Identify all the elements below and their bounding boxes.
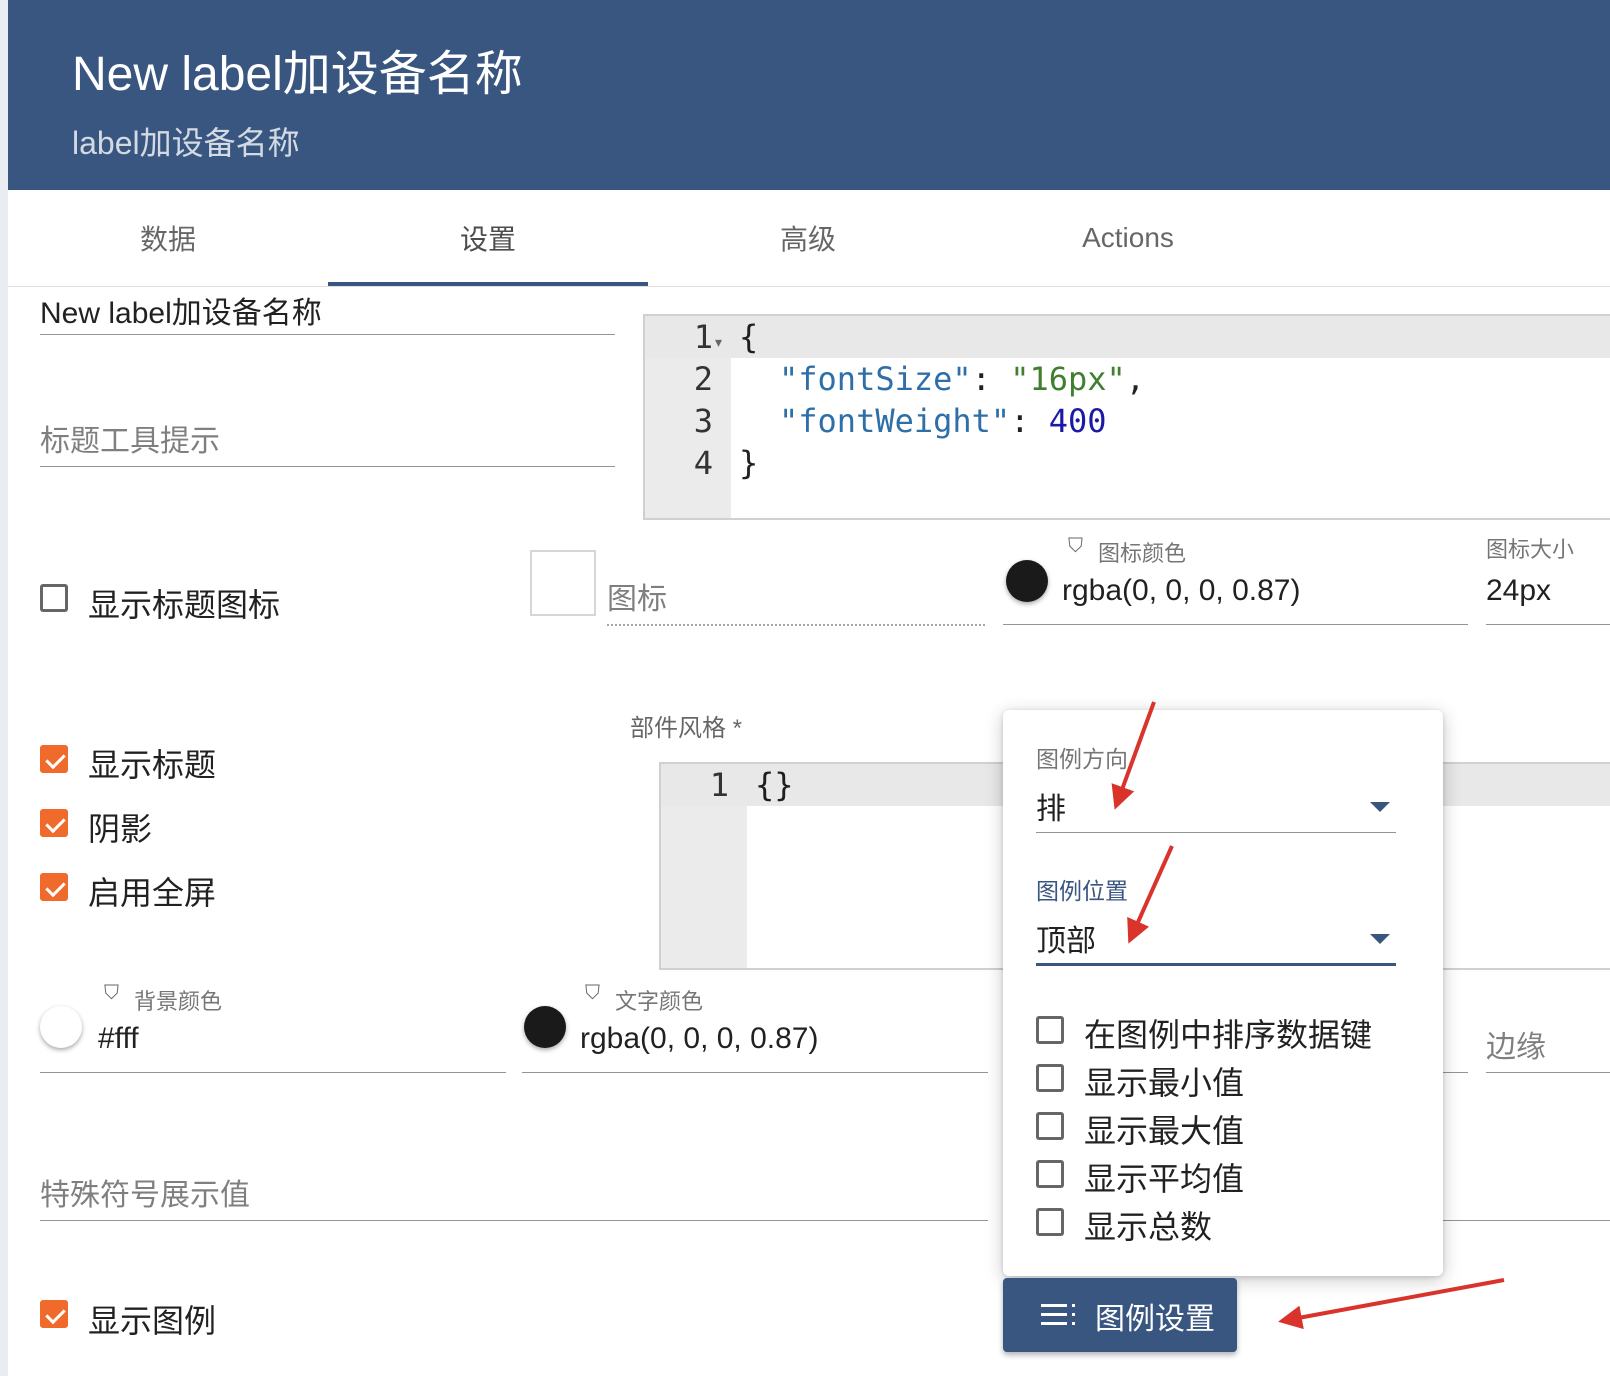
line-number: 3 (693, 402, 713, 440)
code-line-2: "fontSize": "16px", (779, 360, 1145, 398)
show-avg-label: 显示平均值 (1084, 1161, 1245, 1197)
background-color-value[interactable]: #fff (98, 1022, 139, 1056)
tab-data[interactable]: 数据 (8, 190, 328, 286)
dropdown-arrow-icon (1370, 934, 1390, 944)
text-color-label: 文字颜色 (615, 989, 704, 1014)
title-input[interactable]: New label加设备名称 (40, 288, 615, 338)
title-input-underline (40, 334, 615, 335)
dialog-header: New label加设备名称 label加设备名称 (8, 0, 1610, 190)
code-comma: , (1125, 360, 1146, 398)
legend-position-select[interactable]: 顶部 (1036, 912, 1396, 966)
icon-size-underline (1486, 624, 1610, 625)
margin-underline (1486, 1072, 1610, 1073)
line-number: 2 (693, 360, 713, 398)
shadow-label: 阴影 (88, 811, 153, 847)
widget-title: New label加设备名称 (72, 48, 523, 101)
line-number: 1 (709, 766, 729, 804)
legend-position-value: 顶部 (1036, 925, 1096, 958)
enable-fullscreen-label: 启用全屏 (88, 875, 217, 911)
fold-toggle-icon[interactable]: ▾ (715, 334, 722, 351)
icon-color-label: 图标颜色 (1098, 541, 1187, 566)
tab-bar: 数据 设置 高级 Actions (8, 190, 1610, 287)
code-line-3: "fontWeight": 400 (779, 402, 1107, 440)
show-title-icon-label: 显示标题图标 (88, 587, 281, 623)
title-tooltip-underline (40, 466, 615, 467)
title-tooltip-input[interactable]: 标题工具提示 (40, 414, 615, 470)
show-total-label: 显示总数 (1084, 1209, 1213, 1245)
text-color-swatch[interactable] (524, 1006, 566, 1048)
legend-settings-popup: 图例方向 排 图例位置 顶部 在图例中排序数据键 显示最小值 显示最大值 显示平… (1003, 710, 1443, 1276)
code-open-brace: { (739, 318, 759, 356)
active-tab-indicator (328, 282, 648, 286)
title-tooltip-placeholder: 标题工具提示 (40, 425, 220, 458)
list-settings-icon (1041, 1304, 1075, 1325)
left-edge-strip (0, 0, 8, 1376)
shadow-checkbox[interactable] (40, 809, 68, 837)
field-underline-fragment (1443, 1220, 1610, 1221)
sort-data-keys-label: 在图例中排序数据键 (1084, 1017, 1373, 1053)
legend-position-label: 图例位置 (1036, 878, 1128, 904)
icon-preview-box[interactable] (530, 550, 596, 616)
code-value-400: 400 (1048, 402, 1107, 440)
code-close-brace: } (739, 444, 759, 482)
legend-direction-label: 图例方向 (1036, 746, 1128, 772)
tab-actions[interactable]: Actions (968, 190, 1288, 286)
legend-direction-value: 排 (1036, 793, 1066, 826)
show-max-label: 显示最大值 (1084, 1113, 1245, 1149)
annotation-arrow-button (1278, 1278, 1505, 1330)
text-color-underline (522, 1072, 988, 1073)
icon-field-underline[interactable] (607, 624, 985, 626)
legend-settings-button[interactable]: 图例设置 (1003, 1278, 1237, 1352)
widget-style-label: 部件风格 * (630, 715, 743, 742)
code-colon: : (971, 360, 1011, 398)
show-avg-checkbox[interactable] (1036, 1160, 1064, 1188)
special-symbol-underline (40, 1220, 988, 1221)
line-number: 1 (693, 318, 713, 356)
icon-size-value[interactable]: 24px (1486, 574, 1551, 608)
title-style-json-editor[interactable]: 1 ▾ 2 3 4 { "fontSize": "16px", "fontWei… (643, 314, 1610, 520)
code-value-16px: "16px" (1010, 360, 1126, 398)
background-color-underline (40, 1072, 506, 1073)
dropdown-arrow-icon (1370, 802, 1390, 812)
sort-data-keys-checkbox[interactable] (1036, 1016, 1064, 1044)
icon-field-placeholder: 图标 (607, 583, 667, 616)
title-input-value: New label加设备名称 (40, 297, 322, 330)
margin-placeholder: 边缘 (1486, 1031, 1546, 1064)
legend-direction-select[interactable]: 排 (1036, 780, 1396, 833)
code-key-fontweight: "fontWeight" (779, 402, 1011, 440)
field-underline-fragment (1443, 1072, 1468, 1073)
show-title-icon-checkbox[interactable] (40, 584, 68, 612)
color-bucket-icon: ⛉ (1068, 535, 1083, 557)
code-key-fontsize: "fontSize" (779, 360, 972, 398)
widget-subtitle: label加设备名称 (72, 125, 300, 161)
icon-color-value[interactable]: rgba(0, 0, 0, 0.87) (1062, 574, 1300, 608)
background-color-swatch[interactable] (40, 1006, 82, 1048)
tab-advanced[interactable]: 高级 (648, 190, 968, 286)
widget-style-code: {} (755, 766, 794, 804)
show-total-checkbox[interactable] (1036, 1208, 1064, 1236)
show-min-label: 显示最小值 (1084, 1065, 1245, 1101)
show-title-label: 显示标题 (88, 747, 217, 783)
legend-settings-button-label: 图例设置 (1095, 1303, 1215, 1336)
special-symbol-placeholder: 特殊符号展示值 (40, 1179, 250, 1212)
code-colon: : (1010, 402, 1049, 440)
show-min-checkbox[interactable] (1036, 1064, 1064, 1092)
color-bucket-icon: ⛉ (104, 982, 119, 1004)
show-legend-label: 显示图例 (88, 1303, 217, 1339)
editor-active-line (645, 316, 1610, 358)
legend-direction-underline (1036, 832, 1396, 833)
text-color-value[interactable]: rgba(0, 0, 0, 0.87) (580, 1022, 818, 1056)
line-number: 4 (693, 444, 713, 482)
icon-color-swatch[interactable] (1006, 560, 1048, 602)
color-bucket-icon: ⛉ (585, 982, 600, 1004)
background-color-label: 背景颜色 (134, 989, 223, 1014)
enable-fullscreen-checkbox[interactable] (40, 873, 68, 901)
show-title-checkbox[interactable] (40, 745, 68, 773)
legend-position-underline-focused (1036, 963, 1396, 966)
show-max-checkbox[interactable] (1036, 1112, 1064, 1140)
show-legend-checkbox[interactable] (40, 1300, 68, 1328)
tab-settings[interactable]: 设置 (328, 190, 648, 286)
icon-color-underline (1003, 624, 1468, 625)
icon-size-label: 图标大小 (1486, 537, 1575, 562)
